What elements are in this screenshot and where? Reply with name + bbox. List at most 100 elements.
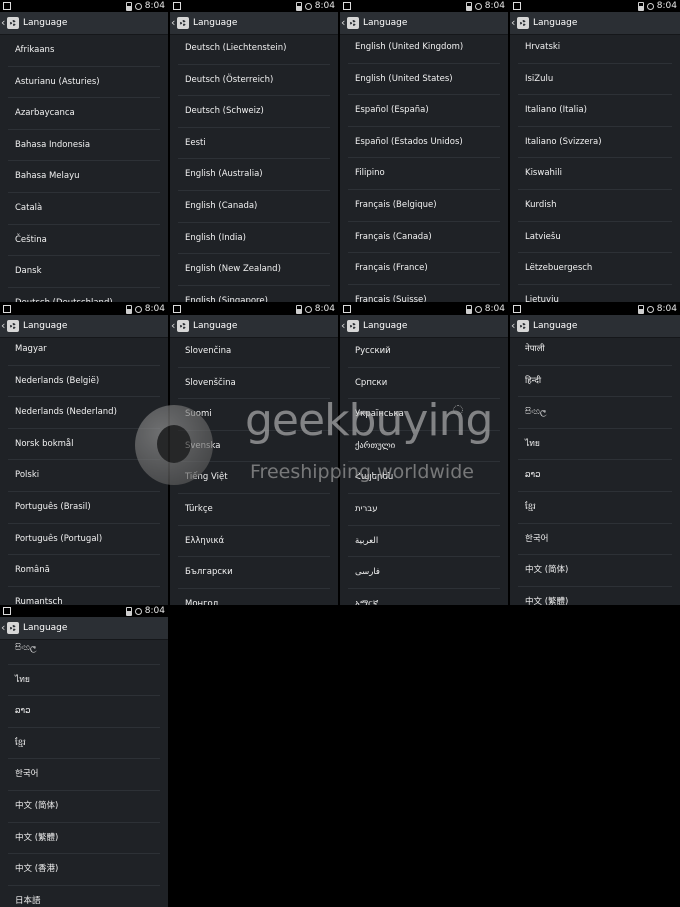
language-item[interactable]: Deutsch (Schweiz) <box>178 96 330 128</box>
language-item[interactable]: 한국어 <box>518 524 672 556</box>
language-item[interactable]: Magyar <box>8 334 160 366</box>
language-item[interactable]: English (Singapore) <box>178 286 330 302</box>
language-item[interactable]: नेपाली <box>518 334 672 366</box>
language-item[interactable]: 中文 (繁體) <box>518 587 672 605</box>
back-icon[interactable]: ‹ <box>171 12 175 34</box>
language-item[interactable]: Українська <box>348 399 500 431</box>
language-item[interactable]: Kurdish <box>518 190 672 222</box>
language-item[interactable]: Português (Brasil) <box>8 492 160 524</box>
status-bar: 8:04 <box>170 303 338 315</box>
action-bar[interactable]: ‹ Language <box>170 12 338 35</box>
language-item[interactable]: ქართული <box>348 431 500 463</box>
language-item[interactable]: Српски <box>348 368 500 400</box>
back-icon[interactable]: ‹ <box>511 12 515 34</box>
gear-icon <box>180 323 186 329</box>
language-item[interactable]: Deutsch (Liechtenstein) <box>178 33 330 65</box>
language-item[interactable]: Dansk <box>8 256 160 288</box>
language-item[interactable]: සිංහල <box>8 633 160 665</box>
language-item[interactable]: ไทย <box>518 429 672 461</box>
language-item[interactable]: English (United Kingdom) <box>348 32 500 64</box>
language-item[interactable]: 한국어 <box>8 759 160 791</box>
language-item[interactable]: Português (Portugal) <box>8 524 160 556</box>
language-item[interactable]: English (Australia) <box>178 159 330 191</box>
language-item[interactable]: Nederlands (Nederland) <box>8 397 160 429</box>
language-item[interactable]: English (India) <box>178 223 330 255</box>
language-item[interactable]: Tiếng Việt <box>178 462 330 494</box>
battery-icon <box>125 606 132 616</box>
language-item[interactable]: Slovenčina <box>178 336 330 368</box>
language-item[interactable]: ລາວ <box>8 696 160 728</box>
back-icon[interactable]: ‹ <box>1 12 5 34</box>
language-item[interactable]: فارسی <box>348 557 500 589</box>
language-item[interactable]: Русский <box>348 336 500 368</box>
action-bar[interactable]: ‹ Language <box>170 315 338 338</box>
language-item[interactable]: Rumantsch <box>8 587 160 605</box>
language-item[interactable]: Filipino <box>348 158 500 190</box>
language-item[interactable]: 中文 (繁體) <box>8 823 160 855</box>
language-item[interactable]: Français (Suisse) <box>348 285 500 302</box>
language-item[interactable]: Slovenščina <box>178 368 330 400</box>
status-bar: 8:04 <box>340 0 508 12</box>
language-item[interactable]: Français (Belgique) <box>348 190 500 222</box>
language-item[interactable]: हिन्दी <box>518 366 672 398</box>
language-item[interactable]: 中文 (简体) <box>518 555 672 587</box>
language-item[interactable]: 中文 (简体) <box>8 791 160 823</box>
language-item[interactable]: Bahasa Indonesia <box>8 130 160 162</box>
language-item[interactable]: IsiZulu <box>518 64 672 96</box>
language-item[interactable]: සිංහල <box>518 397 672 429</box>
language-item[interactable]: ไทย <box>8 665 160 697</box>
language-item[interactable]: Italiano (Italia) <box>518 95 672 127</box>
language-item[interactable]: English (New Zealand) <box>178 254 330 286</box>
language-item[interactable]: Afrikaans <box>8 35 160 67</box>
language-item[interactable]: Français (France) <box>348 253 500 285</box>
language-item[interactable]: Български <box>178 557 330 589</box>
language-item[interactable]: Deutsch (Deutschland) <box>8 288 160 302</box>
status-time: 8:04 <box>484 304 505 314</box>
language-item[interactable]: Español (España) <box>348 95 500 127</box>
language-item[interactable]: Hrvatski <box>518 32 672 64</box>
gear-icon <box>350 323 356 329</box>
language-item[interactable]: Deutsch (Österreich) <box>178 65 330 97</box>
language-item[interactable]: Lietuvių <box>518 285 672 302</box>
action-bar[interactable]: ‹ Language <box>340 315 508 338</box>
language-item[interactable]: Français (Canada) <box>348 222 500 254</box>
language-item[interactable]: Čeština <box>8 225 160 257</box>
language-item[interactable]: Nederlands (België) <box>8 366 160 398</box>
language-item[interactable]: Монгол <box>178 589 330 605</box>
language-item[interactable]: Suomi <box>178 399 330 431</box>
language-item[interactable]: Bahasa Melayu <box>8 161 160 193</box>
language-item[interactable]: Kiswahili <box>518 158 672 190</box>
back-icon[interactable]: ‹ <box>171 315 175 337</box>
notification-icon <box>3 305 11 313</box>
language-item[interactable]: Asturianu (Asturies) <box>8 67 160 99</box>
language-item[interactable]: English (United States) <box>348 64 500 96</box>
language-item[interactable]: Lëtzebuergesch <box>518 253 672 285</box>
language-item[interactable]: Español (Estados Unidos) <box>348 127 500 159</box>
language-item[interactable]: Azarbaycanca <box>8 98 160 130</box>
language-item[interactable]: Norsk bokmål <box>8 429 160 461</box>
language-item[interactable]: Türkçe <box>178 494 330 526</box>
language-item[interactable]: ລາວ <box>518 460 672 492</box>
language-item[interactable]: English (Canada) <box>178 191 330 223</box>
language-item[interactable]: Română <box>8 555 160 587</box>
language-item[interactable]: Latviešu <box>518 222 672 254</box>
language-item[interactable]: Svenska <box>178 431 330 463</box>
language-item[interactable]: 日本語 <box>8 886 160 907</box>
language-item[interactable]: አማርኛ <box>348 589 500 605</box>
language-item[interactable]: Polski <box>8 460 160 492</box>
language-item[interactable]: 中文 (香港) <box>8 854 160 886</box>
language-item[interactable]: Italiano (Svizzera) <box>518 127 672 159</box>
gear-icon <box>10 323 16 329</box>
language-item[interactable]: Eesti <box>178 128 330 160</box>
status-time: 8:04 <box>144 1 165 11</box>
back-icon[interactable]: ‹ <box>341 315 345 337</box>
language-item[interactable]: العربية <box>348 526 500 558</box>
back-icon[interactable]: ‹ <box>341 12 345 34</box>
language-item[interactable]: ខ្មែរ <box>8 728 160 760</box>
language-item[interactable]: עברית <box>348 494 500 526</box>
action-bar[interactable]: ‹ Language <box>0 12 168 35</box>
language-item[interactable]: ខ្មែរ <box>518 492 672 524</box>
language-item[interactable]: Ελληνικά <box>178 526 330 558</box>
language-item[interactable]: Català <box>8 193 160 225</box>
language-item[interactable]: Հայերեն <box>348 462 500 494</box>
